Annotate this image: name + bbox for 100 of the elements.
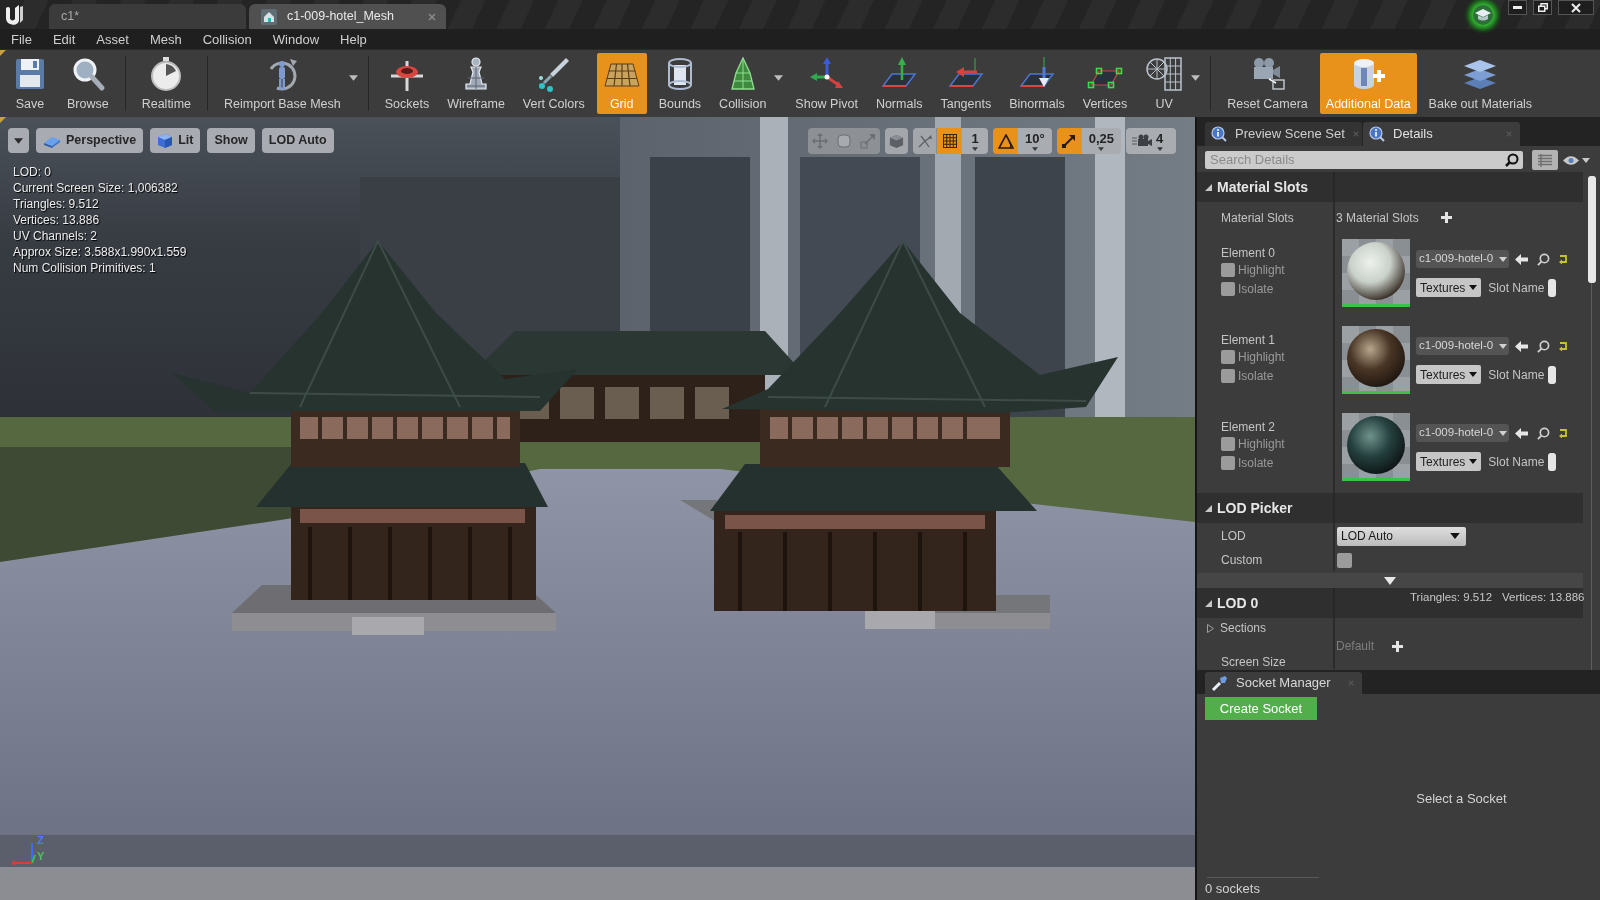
slot-name-field[interactable] bbox=[1548, 365, 1557, 384]
wheel-grid-icon bbox=[1145, 55, 1184, 93]
arrow-left-icon[interactable] bbox=[1515, 253, 1528, 265]
section-header[interactable]: LOD 0 Triangles: 9.512 Vertices: 13.886 bbox=[1197, 588, 1583, 618]
caret-icon bbox=[1156, 146, 1163, 151]
empty-message: Select a Socket bbox=[1416, 789, 1507, 808]
panel-tab[interactable]: Details bbox=[1363, 122, 1520, 146]
view-mode-button[interactable]: Show bbox=[207, 128, 255, 153]
reset-arrow-icon[interactable] bbox=[1558, 254, 1568, 264]
triangle-down-icon[interactable] bbox=[1205, 504, 1212, 512]
menu-item[interactable]: Window bbox=[272, 32, 320, 46]
caret-icon[interactable] bbox=[1191, 74, 1201, 81]
search-icon[interactable] bbox=[1537, 426, 1550, 440]
restore-button[interactable] bbox=[1533, 0, 1552, 15]
toolbar-button[interactable]: Normals bbox=[869, 53, 929, 114]
menu-item[interactable]: Edit bbox=[52, 32, 76, 46]
checkbox[interactable] bbox=[1221, 436, 1235, 451]
panel-tab[interactable]: Preview Scene Set bbox=[1205, 122, 1362, 146]
snap-value-dropdown[interactable]: 0,25 bbox=[1081, 128, 1121, 154]
scrollbar-thumb[interactable] bbox=[1587, 176, 1596, 283]
triangle-down-icon[interactable] bbox=[1205, 599, 1212, 607]
toolbar-button[interactable]: Bounds bbox=[652, 53, 708, 114]
textures-dropdown[interactable]: Textures bbox=[1416, 365, 1482, 384]
search-field[interactable]: Search Details bbox=[1205, 151, 1523, 169]
caret-icon bbox=[14, 137, 23, 144]
caret-icon[interactable] bbox=[348, 74, 358, 81]
toolbar-button[interactable]: Collision bbox=[713, 53, 773, 114]
toolbar-button[interactable]: Vert Colors bbox=[516, 53, 591, 114]
slot-name-field[interactable] bbox=[1548, 452, 1557, 471]
toolbar-button[interactable]: Browse bbox=[61, 53, 115, 114]
menu-item[interactable]: File bbox=[11, 32, 32, 46]
menu-item[interactable]: Help bbox=[340, 32, 367, 46]
menu-item[interactable]: Asset bbox=[96, 32, 129, 46]
view-mode-button[interactable]: Perspective bbox=[36, 128, 144, 153]
snap-toggle[interactable] bbox=[937, 128, 962, 154]
toolbar-button[interactable]: Bake out Materials bbox=[1422, 53, 1539, 114]
toolbar-button[interactable]: Sockets bbox=[378, 53, 436, 114]
toolbar-button[interactable]: Vertices bbox=[1076, 53, 1134, 114]
minimize-button[interactable] bbox=[1508, 0, 1527, 15]
toolbar-button[interactable]: Reimport Base Mesh bbox=[218, 53, 347, 114]
logo-icon[interactable] bbox=[4, 3, 24, 26]
material-sphere-thumbnail[interactable] bbox=[1342, 413, 1410, 481]
material-dropdown[interactable]: c1-009-hotel-0 bbox=[1416, 337, 1509, 355]
textures-dropdown[interactable]: Textures bbox=[1416, 452, 1482, 471]
toolbar-button[interactable]: Wireframe bbox=[441, 53, 511, 114]
material-dropdown[interactable]: c1-009-hotel-0 bbox=[1416, 250, 1509, 268]
view-mode-button[interactable]: Lit bbox=[150, 128, 201, 153]
view-mode-button[interactable]: LOD Auto bbox=[261, 128, 334, 153]
triangle-right-icon[interactable] bbox=[1207, 623, 1214, 633]
reset-arrow-icon[interactable] bbox=[1558, 341, 1568, 351]
section-header[interactable]: Material Slots bbox=[1197, 172, 1583, 202]
section-header[interactable]: LOD Picker bbox=[1197, 493, 1583, 523]
snap-toggle[interactable] bbox=[993, 128, 1018, 154]
snap-toggle[interactable] bbox=[1056, 128, 1082, 154]
search-icon[interactable] bbox=[1537, 252, 1550, 266]
grid-icon bbox=[942, 134, 957, 148]
checkbox[interactable] bbox=[1337, 552, 1352, 568]
menu-item[interactable]: Mesh bbox=[149, 32, 182, 46]
slot-name-field[interactable] bbox=[1548, 278, 1557, 297]
document-tab[interactable]: c1-009-hotel_Mesh bbox=[249, 4, 446, 29]
toolbar-button[interactable]: Binormals bbox=[1003, 53, 1071, 114]
cube-button[interactable] bbox=[885, 128, 908, 154]
snap-value-dropdown[interactable]: 10° bbox=[1018, 128, 1052, 154]
document-tab[interactable]: c1* bbox=[49, 4, 246, 29]
toolbar-button[interactable]: Show Pivot bbox=[789, 53, 864, 114]
view-options-button[interactable] bbox=[8, 128, 29, 153]
camera-speed-dropdown[interactable]: 4 bbox=[1126, 128, 1176, 154]
plus-icon[interactable] bbox=[1392, 640, 1404, 652]
toolbar-button[interactable]: Save bbox=[5, 53, 55, 114]
checkbox[interactable] bbox=[1221, 368, 1235, 383]
checkbox[interactable] bbox=[1221, 281, 1235, 296]
material-sphere-thumbnail[interactable] bbox=[1342, 326, 1410, 394]
lod-stat-text: Vertices: 13.886 bbox=[1502, 590, 1585, 605]
toolbar-button[interactable]: Reset Camera bbox=[1221, 53, 1314, 114]
checkbox[interactable] bbox=[1221, 349, 1235, 364]
menu-item[interactable]: Collision bbox=[202, 32, 252, 46]
arrow-left-icon[interactable] bbox=[1515, 427, 1528, 439]
arrow-left-icon[interactable] bbox=[1515, 340, 1528, 352]
checkbox[interactable] bbox=[1221, 455, 1235, 470]
checkbox[interactable] bbox=[1221, 262, 1235, 277]
snap-value-dropdown[interactable]: 1 bbox=[962, 128, 988, 154]
panel-tab[interactable]: Socket Manager bbox=[1205, 672, 1362, 694]
triangle-down-icon[interactable] bbox=[1205, 183, 1212, 191]
reset-arrow-icon[interactable] bbox=[1558, 428, 1568, 438]
element-label: Element 2 bbox=[1221, 420, 1277, 434]
search-icon[interactable] bbox=[1537, 339, 1550, 353]
material-sphere-thumbnail[interactable] bbox=[1342, 239, 1410, 307]
graduation-cap-icon[interactable] bbox=[1464, 0, 1502, 34]
visibility-dropdown[interactable] bbox=[1562, 154, 1590, 166]
close-button[interactable] bbox=[1558, 0, 1594, 15]
toolbar-button[interactable]: Realtime bbox=[135, 53, 197, 114]
plus-icon[interactable] bbox=[1440, 212, 1452, 223]
caret-icon[interactable] bbox=[774, 74, 784, 81]
material-dropdown[interactable]: c1-009-hotel-0 bbox=[1416, 424, 1509, 442]
toolbar-button[interactable]: UV bbox=[1139, 53, 1190, 114]
toolbar-button[interactable]: Tangents bbox=[934, 53, 998, 114]
surface-snap-button[interactable] bbox=[913, 128, 937, 154]
textures-dropdown[interactable]: Textures bbox=[1416, 278, 1482, 297]
lod-dropdown[interactable]: LOD Auto bbox=[1337, 526, 1466, 546]
slot-name-label: Slot Name bbox=[1488, 279, 1545, 297]
